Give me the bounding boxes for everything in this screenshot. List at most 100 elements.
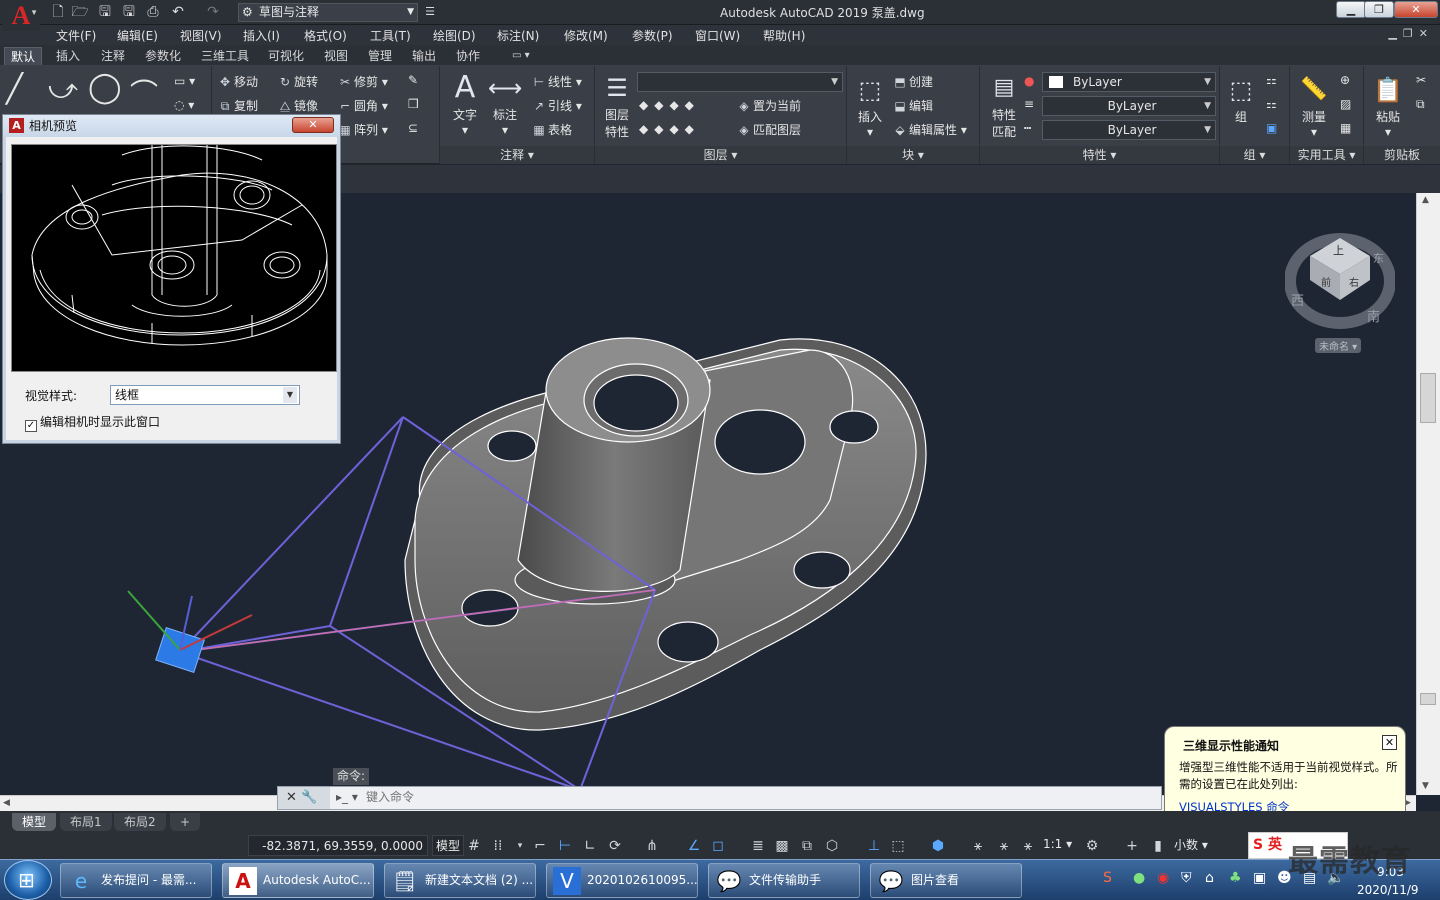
group-select-icon[interactable]: ▣ bbox=[1266, 121, 1277, 135]
circle-icon[interactable]: ◯ bbox=[88, 70, 122, 105]
menu-edit[interactable]: 编辑(E) bbox=[117, 27, 158, 44]
layer-tools-row2[interactable]: ◆◆◆◆ bbox=[639, 122, 700, 136]
selection-cycling-icon[interactable]: ⧉ bbox=[797, 837, 817, 855]
infer-constraints-icon[interactable]: ⌐ bbox=[530, 837, 550, 855]
line-icon[interactable]: ╱ bbox=[6, 72, 23, 105]
viewcube-west-label[interactable]: 西 bbox=[1291, 290, 1304, 309]
annotation-visibility-icon[interactable]: ⚹ bbox=[968, 837, 988, 855]
scroll-up-icon[interactable]: ▲ bbox=[1422, 195, 1429, 205]
viewcube-right-face[interactable]: 右 bbox=[1349, 274, 1359, 289]
calculator-icon[interactable]: ▦ bbox=[1340, 121, 1351, 135]
dimension-button[interactable]: ⟷ 标注 ▾ bbox=[488, 70, 522, 137]
close-button[interactable]: ✕ bbox=[1394, 1, 1438, 18]
viewcube-top-face[interactable]: 上 bbox=[1333, 242, 1344, 258]
isodraft-icon[interactable]: ⋔ bbox=[642, 837, 662, 855]
lineweight-icon[interactable]: ≡ bbox=[1024, 97, 1034, 111]
layer-dropdown[interactable]: ▼ bbox=[637, 72, 843, 92]
explode-icon[interactable]: ❒ bbox=[408, 97, 419, 111]
mirror-button[interactable]: ⧋ 镜像 bbox=[276, 97, 318, 114]
paste-button[interactable]: 📋 粘贴 ▾ bbox=[1370, 72, 1406, 139]
cut-icon[interactable]: ✂ bbox=[1416, 73, 1426, 87]
lineweight-toggle-icon[interactable]: ≣ bbox=[748, 837, 768, 855]
lineweight-dropdown[interactable]: ByLayer ▼ bbox=[1042, 120, 1216, 140]
groups-panel-title[interactable]: 组 ▾ bbox=[1220, 146, 1289, 164]
erase-icon[interactable]: ✎ bbox=[408, 73, 418, 87]
rotate-button[interactable]: ↻ 旋转 bbox=[276, 73, 318, 90]
table-button[interactable]: ▦ 表格 bbox=[530, 121, 572, 138]
tab-parametric[interactable]: 参数化 bbox=[139, 47, 187, 65]
copy-clip-icon[interactable]: ⧉ bbox=[1416, 97, 1425, 112]
linetype-icon[interactable]: ┅ bbox=[1024, 121, 1031, 135]
dynamic-ucs-icon[interactable]: ⊥ bbox=[864, 837, 884, 855]
viewcube-south-label[interactable]: 南 bbox=[1367, 306, 1380, 325]
tab-visualize[interactable]: 可视化 bbox=[262, 47, 310, 65]
application-menu-button[interactable]: A ▼ bbox=[2, 1, 40, 31]
menu-format[interactable]: 格式(O) bbox=[304, 27, 347, 44]
plot-icon[interactable]: ⎙ bbox=[143, 3, 163, 21]
create-block-button[interactable]: ⬒ 创建 bbox=[891, 73, 933, 90]
dialog-close-button[interactable]: ✕ bbox=[292, 117, 334, 133]
tab-model[interactable]: 模型 bbox=[12, 813, 57, 831]
object-snap-tracking-icon[interactable]: ∠ bbox=[684, 837, 704, 855]
document-window-controls[interactable]: ▁❐✕ bbox=[1388, 27, 1434, 40]
linetype-dropdown[interactable]: ByLayer ▼ bbox=[1042, 96, 1216, 116]
menu-parametric[interactable]: 参数(P) bbox=[632, 27, 673, 44]
annotation-monitor-icon[interactable]: + bbox=[1122, 837, 1142, 855]
menu-draw[interactable]: 绘图(D) bbox=[433, 27, 476, 44]
taskbar-item-autocad[interactable]: A Autodesk AutoC... bbox=[222, 863, 374, 898]
scroll-down-icon[interactable]: ▼ bbox=[1422, 781, 1429, 791]
tab-annotate[interactable]: 注释 bbox=[95, 47, 131, 65]
visual-style-select[interactable]: 线框 ▼ bbox=[110, 385, 300, 405]
3d-osnap-icon[interactable]: ⬡ bbox=[822, 837, 842, 855]
grid-icon[interactable]: # bbox=[464, 837, 484, 855]
layers-panel-title[interactable]: 图层 ▾ bbox=[595, 146, 846, 164]
ortho-icon[interactable]: ∟ bbox=[580, 837, 600, 855]
show-on-edit-checkbox[interactable]: ✓ 编辑相机时显示此窗口 bbox=[25, 413, 160, 432]
units-dropdown[interactable]: 小数 ▾ bbox=[1168, 835, 1240, 856]
maximize-button[interactable]: ❐ bbox=[1364, 1, 1394, 18]
rectangle-icon[interactable]: ▭ ▾ bbox=[174, 74, 195, 88]
menu-tools[interactable]: 工具(T) bbox=[370, 27, 411, 44]
layer-properties-button[interactable]: ☰ 图层 特性 bbox=[599, 70, 635, 140]
menu-window[interactable]: 窗口(W) bbox=[695, 27, 740, 44]
properties-panel-title[interactable]: 特性 ▾ bbox=[980, 146, 1219, 164]
array-button[interactable]: ▦ 阵列 ▾ bbox=[336, 121, 388, 138]
group-edit-icon[interactable]: ⚏ bbox=[1266, 97, 1277, 111]
block-panel-title[interactable]: 块 ▾ bbox=[847, 146, 979, 164]
command-prompt-icon[interactable]: ▸_ ▾ bbox=[336, 790, 358, 804]
vertical-scrollbar[interactable]: ▲ ▼ bbox=[1416, 193, 1440, 795]
menu-help[interactable]: 帮助(H) bbox=[763, 27, 805, 44]
tab-output[interactable]: 输出 bbox=[406, 47, 442, 65]
tab-layout1[interactable]: 布局1 bbox=[60, 813, 112, 831]
customize-quick-access-icon[interactable]: ☰ bbox=[420, 3, 440, 21]
taskbar-item-file-transfer[interactable]: 💬 文件传输助手 bbox=[708, 863, 860, 898]
wechat-tray-icon[interactable]: ● bbox=[1133, 870, 1145, 886]
transparency-icon[interactable]: ▩ bbox=[772, 837, 792, 855]
save-as-icon[interactable]: 🖫 bbox=[119, 3, 139, 21]
tab-collaborate[interactable]: 协作 bbox=[450, 47, 486, 65]
leader-button[interactable]: ↗ 引线 ▾ bbox=[530, 97, 582, 114]
viewcube[interactable]: 上 前 右 西 南 东 未命名 ▾ bbox=[1284, 228, 1396, 358]
tab-default[interactable]: 默认 bbox=[4, 47, 43, 65]
command-line-controls[interactable]: ✕ 🔧 bbox=[278, 787, 330, 809]
taskbar-item-notepad[interactable]: 🗒 新建文本文档 (2) ... bbox=[384, 863, 536, 898]
nvidia-icon[interactable]: ▣ bbox=[1253, 870, 1266, 886]
tab-layout2[interactable]: 布局2 bbox=[114, 813, 166, 831]
edit-block-button[interactable]: ⬓ 编辑 bbox=[891, 97, 933, 114]
open-file-icon[interactable]: 🗁 bbox=[70, 3, 90, 21]
polar-icon[interactable]: ⟳ bbox=[605, 837, 625, 855]
offset-icon[interactable]: ⊆ bbox=[408, 121, 418, 135]
move-button[interactable]: ✥ 移动 bbox=[216, 73, 258, 90]
color-wheel-icon[interactable]: ● bbox=[1024, 74, 1034, 88]
clipboard-panel-title[interactable]: 剪贴板 bbox=[1364, 146, 1440, 164]
viewcube-east-label[interactable]: 东 bbox=[1373, 250, 1384, 266]
scroll-left-icon[interactable]: ◀ bbox=[3, 798, 10, 808]
clock-date[interactable]: 2020/11/9 bbox=[1357, 883, 1419, 897]
dynamic-input-icon[interactable]: ⊢ bbox=[555, 837, 575, 855]
ribbon-toggle-icon[interactable]: ▭ ▾ bbox=[506, 47, 536, 65]
trim-button[interactable]: ✂ 修剪 ▾ bbox=[336, 73, 388, 90]
network-app-icon[interactable]: ⌂ bbox=[1205, 870, 1214, 886]
redo-icon[interactable]: ↷ bbox=[203, 3, 223, 21]
start-button[interactable] bbox=[4, 860, 52, 900]
weibo-tray-icon[interactable]: ◉ bbox=[1157, 870, 1169, 886]
